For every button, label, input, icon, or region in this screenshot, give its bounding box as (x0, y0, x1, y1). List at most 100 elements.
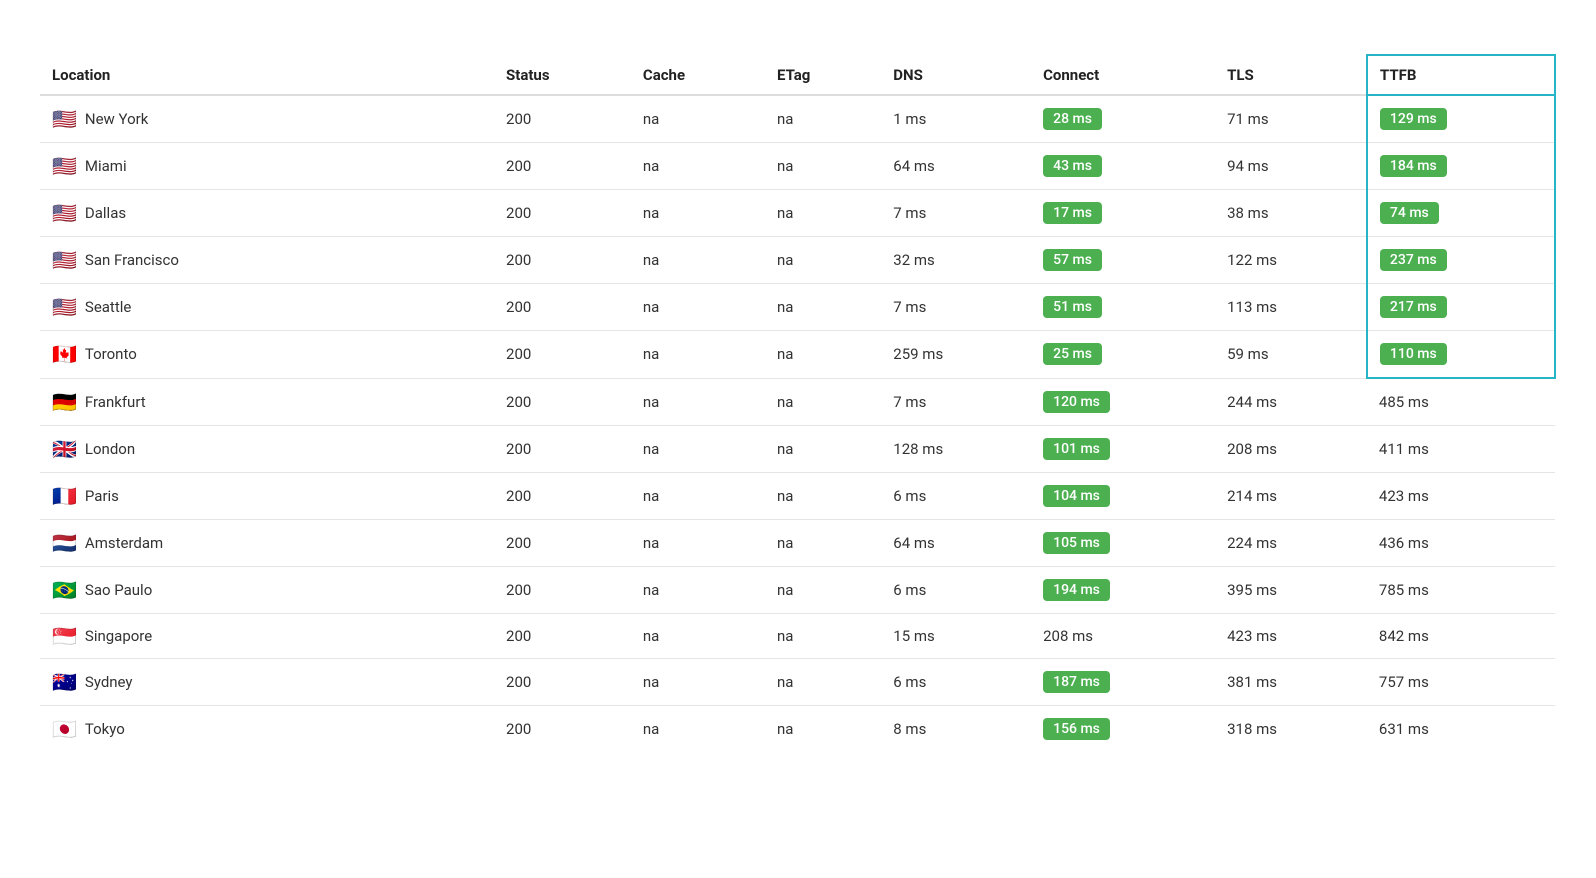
connect-cell: 25 ms (1031, 331, 1215, 379)
tls-cell: 94 ms (1215, 143, 1367, 190)
flag-icon: 🇬🇧 (52, 439, 77, 459)
connect-badge: 25 ms (1043, 343, 1102, 365)
table-row: 🇧🇷Sao Paulo200nana6 ms194 ms395 ms785 ms (40, 566, 1555, 613)
ttfb-cell: 110 ms (1367, 331, 1555, 379)
status-cell: 200 (494, 284, 631, 331)
connect-cell: 156 ms (1031, 705, 1215, 752)
ttfb-badge: 110 ms (1380, 343, 1447, 365)
connect-cell: 105 ms (1031, 519, 1215, 566)
cache-cell: na (631, 143, 765, 190)
dns-cell: 7 ms (881, 378, 1031, 425)
location-name: Sao Paulo (85, 581, 152, 599)
col-header-cache: Cache (631, 55, 765, 95)
location-cell: 🇺🇸New York (40, 95, 494, 143)
flag-icon: 🇺🇸 (52, 297, 77, 317)
etag-cell: na (765, 519, 881, 566)
etag-cell: na (765, 237, 881, 284)
flag-icon: 🇩🇪 (52, 392, 77, 412)
connect-cell: 43 ms (1031, 143, 1215, 190)
ttfb-badge: 129 ms (1380, 108, 1447, 130)
flag-icon: 🇺🇸 (52, 156, 77, 176)
location-cell: 🇺🇸Dallas (40, 190, 494, 237)
ttfb-cell: 631 ms (1367, 705, 1555, 752)
ttfb-badge: 74 ms (1380, 202, 1439, 224)
tls-cell: 214 ms (1215, 472, 1367, 519)
table-row: 🇺🇸Seattle200nana7 ms51 ms113 ms217 ms (40, 284, 1555, 331)
location-name: Dallas (85, 204, 126, 222)
status-cell: 200 (494, 425, 631, 472)
tls-cell: 38 ms (1215, 190, 1367, 237)
location-name: Paris (85, 487, 119, 505)
dns-cell: 64 ms (881, 143, 1031, 190)
etag-cell: na (765, 425, 881, 472)
col-header-etag: ETag (765, 55, 881, 95)
status-cell: 200 (494, 658, 631, 705)
location-cell: 🇳🇱Amsterdam (40, 519, 494, 566)
dns-cell: 7 ms (881, 284, 1031, 331)
table-row: 🇦🇺Sydney200nana6 ms187 ms381 ms757 ms (40, 658, 1555, 705)
ttfb-cell: 423 ms (1367, 472, 1555, 519)
etag-cell: na (765, 658, 881, 705)
status-cell: 200 (494, 190, 631, 237)
ttfb-cell: 785 ms (1367, 566, 1555, 613)
connect-badge: 105 ms (1043, 532, 1110, 554)
col-header-dns: DNS (881, 55, 1031, 95)
dns-cell: 6 ms (881, 566, 1031, 613)
ttfb-cell: 842 ms (1367, 613, 1555, 658)
status-cell: 200 (494, 378, 631, 425)
etag-cell: na (765, 705, 881, 752)
location-cell: 🇺🇸Seattle (40, 284, 494, 331)
table-row: 🇸🇬Singapore200nana15 ms208 ms423 ms842 m… (40, 613, 1555, 658)
connect-cell: 208 ms (1031, 613, 1215, 658)
cache-cell: na (631, 378, 765, 425)
ttfb-cell: 485 ms (1367, 378, 1555, 425)
connect-cell: 101 ms (1031, 425, 1215, 472)
col-header-tls: TLS (1215, 55, 1367, 95)
table-row: 🇬🇧London200nana128 ms101 ms208 ms411 ms (40, 425, 1555, 472)
location-cell: 🇨🇦Toronto (40, 331, 494, 379)
location-name: Amsterdam (85, 534, 163, 552)
location-cell: 🇬🇧London (40, 425, 494, 472)
col-header-ttfb: TTFB (1367, 55, 1555, 95)
connect-cell: 57 ms (1031, 237, 1215, 284)
connect-cell: 51 ms (1031, 284, 1215, 331)
location-name: Singapore (85, 627, 152, 645)
location-cell: 🇺🇸Miami (40, 143, 494, 190)
ttfb-badge: 237 ms (1380, 249, 1447, 271)
location-cell: 🇺🇸San Francisco (40, 237, 494, 284)
location-cell: 🇧🇷Sao Paulo (40, 566, 494, 613)
col-header-status: Status (494, 55, 631, 95)
status-cell: 200 (494, 237, 631, 284)
dns-cell: 64 ms (881, 519, 1031, 566)
tls-cell: 224 ms (1215, 519, 1367, 566)
cache-cell: na (631, 237, 765, 284)
tls-cell: 113 ms (1215, 284, 1367, 331)
performance-table: LocationStatusCacheETagDNSConnectTLSTTFB… (40, 54, 1556, 752)
cache-cell: na (631, 566, 765, 613)
status-cell: 200 (494, 705, 631, 752)
location-name: Frankfurt (85, 393, 146, 411)
location-cell: 🇫🇷Paris (40, 472, 494, 519)
location-cell: 🇦🇺Sydney (40, 658, 494, 705)
table-row: 🇳🇱Amsterdam200nana64 ms105 ms224 ms436 m… (40, 519, 1555, 566)
table-row: 🇯🇵Tokyo200nana8 ms156 ms318 ms631 ms (40, 705, 1555, 752)
etag-cell: na (765, 331, 881, 379)
table-row: 🇩🇪Frankfurt200nana7 ms120 ms244 ms485 ms (40, 378, 1555, 425)
dns-cell: 259 ms (881, 331, 1031, 379)
connect-badge: 187 ms (1043, 671, 1110, 693)
status-cell: 200 (494, 613, 631, 658)
cache-cell: na (631, 331, 765, 379)
dns-cell: 32 ms (881, 237, 1031, 284)
connect-badge: 43 ms (1043, 155, 1102, 177)
cache-cell: na (631, 658, 765, 705)
dns-cell: 6 ms (881, 658, 1031, 705)
tls-cell: 395 ms (1215, 566, 1367, 613)
connect-badge: 120 ms (1043, 391, 1110, 413)
connect-cell: 120 ms (1031, 378, 1215, 425)
location-name: Sydney (85, 673, 133, 691)
flag-icon: 🇨🇦 (52, 344, 77, 364)
etag-cell: na (765, 566, 881, 613)
etag-cell: na (765, 472, 881, 519)
connect-badge: 57 ms (1043, 249, 1102, 271)
tls-cell: 423 ms (1215, 613, 1367, 658)
